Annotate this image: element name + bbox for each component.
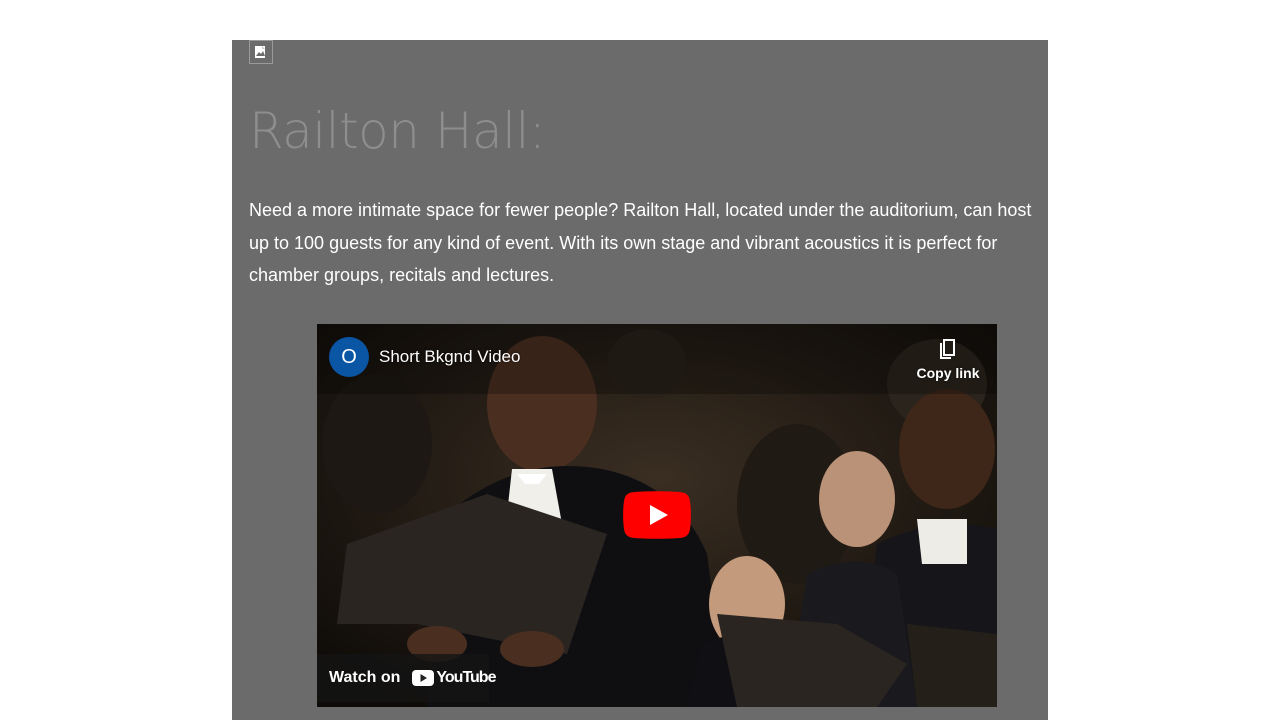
broken-image-icon (249, 40, 273, 64)
watch-on-youtube-button[interactable]: Watch on YouTube (317, 654, 496, 702)
content-panel: Railton Hall: Need a more intimate space… (232, 40, 1048, 720)
watch-on-label: Watch on (329, 669, 401, 686)
copy-icon (940, 339, 955, 359)
copy-link-label: Copy link (916, 365, 980, 381)
section-title: Railton Hall: (249, 102, 546, 160)
youtube-wordmark: YouTube (436, 669, 496, 686)
youtube-logo: YouTube (412, 669, 496, 687)
copy-link-button[interactable]: Copy link (913, 336, 983, 381)
youtube-play-icon (412, 670, 435, 686)
section-description: Need a more intimate space for fewer peo… (249, 200, 1032, 285)
play-button[interactable] (623, 491, 691, 539)
channel-initial: O (341, 345, 357, 368)
video-title[interactable]: Short Bkgnd Video (379, 347, 520, 367)
youtube-video-embed[interactable]: O Short Bkgnd Video Copy link Watch on Y… (317, 324, 997, 707)
play-icon (623, 491, 691, 539)
channel-avatar[interactable]: O (329, 337, 369, 377)
